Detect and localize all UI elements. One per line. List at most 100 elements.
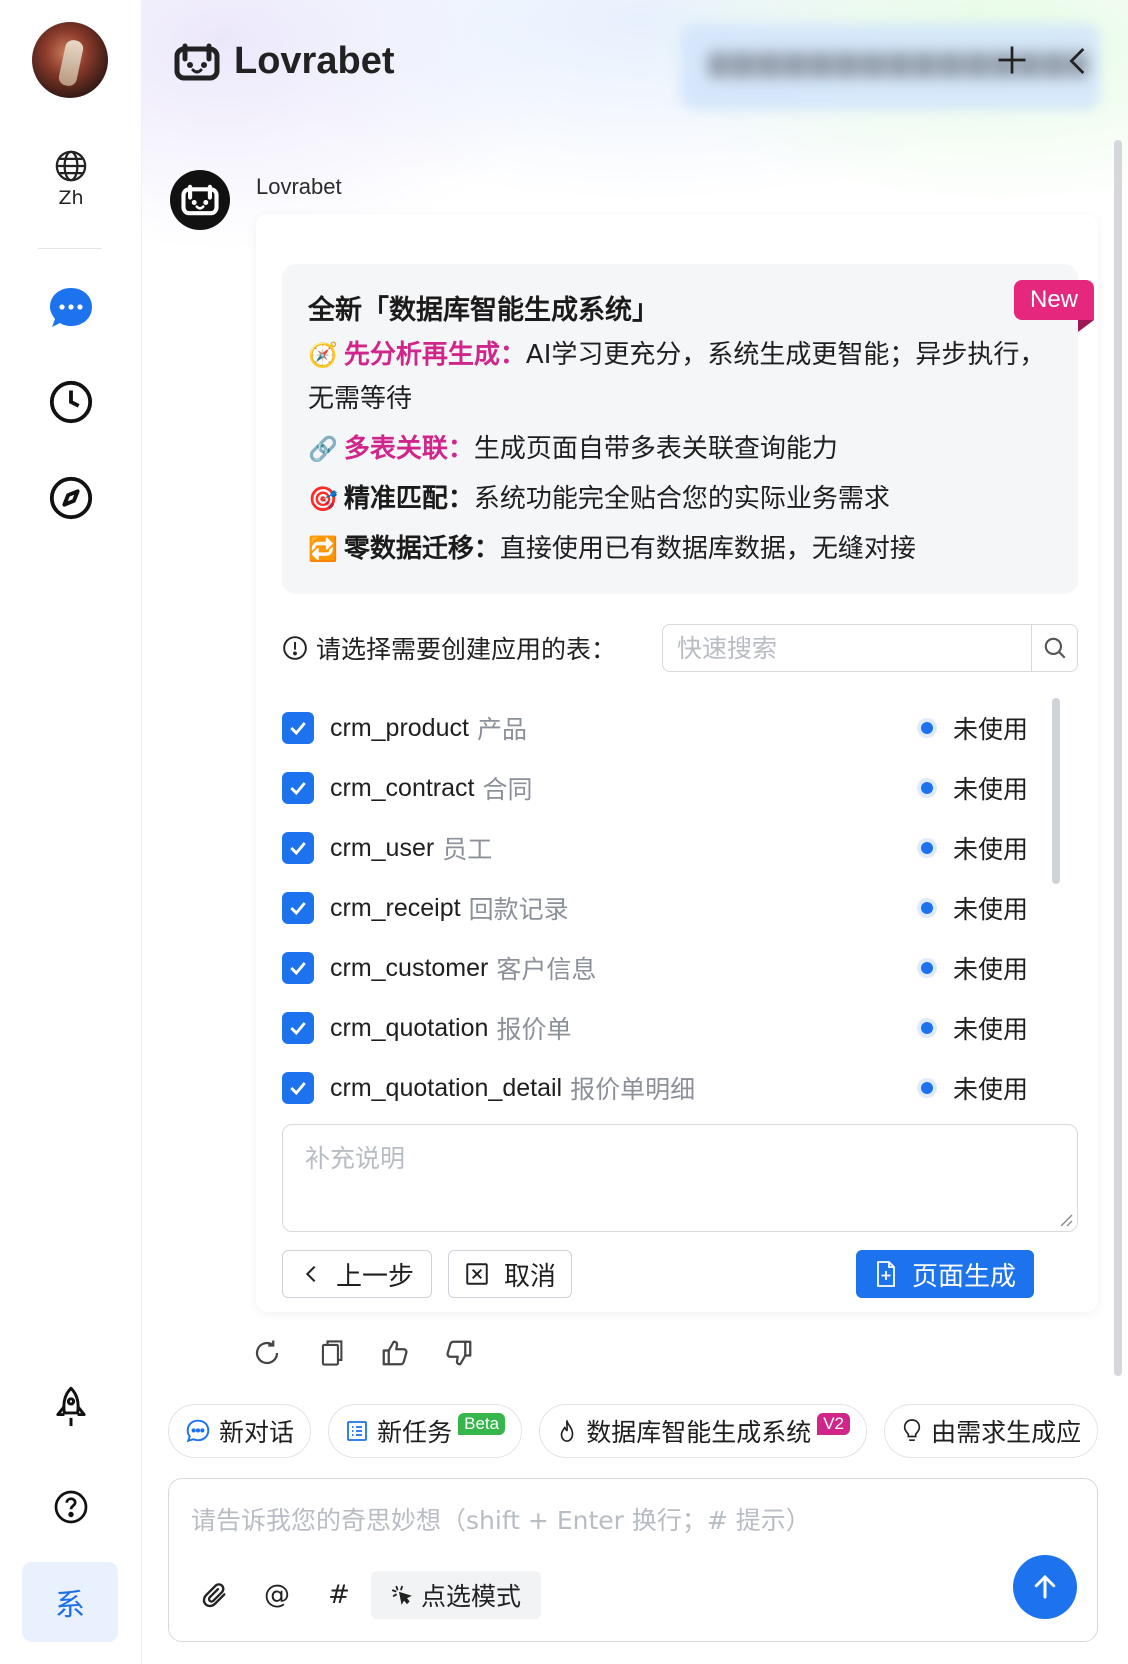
feature-item-label: 零数据迁移： — [343, 534, 500, 564]
lovrabet-logo-icon — [181, 184, 219, 216]
previous-step-label: 上一步 — [335, 1261, 414, 1292]
regenerate-button[interactable] — [250, 1336, 284, 1370]
table-checkbox[interactable] — [282, 1072, 314, 1104]
table-row[interactable]: crm_contract 合同 未使用 — [282, 758, 1042, 818]
table-row[interactable]: crm_quotation_detail 报价单明细 未使用 — [282, 1058, 1042, 1118]
feature-item-label: 精准匹配： — [343, 484, 474, 514]
check-icon — [290, 1022, 306, 1036]
table-row[interactable]: crm_receipt 回款记录 未使用 — [282, 878, 1042, 938]
info-circle-icon — [283, 636, 307, 660]
table-status: 未使用 — [920, 890, 1028, 926]
bot-avatar — [170, 170, 230, 230]
send-button[interactable] — [1013, 1555, 1077, 1619]
status-text: 未使用 — [952, 895, 1028, 924]
status-dot — [920, 722, 933, 734]
table-row[interactable]: crm_customer 客户信息 未使用 — [282, 938, 1042, 998]
status-dot — [920, 902, 933, 914]
db-system-chip[interactable]: 数据库智能生成系统 V2 — [539, 1404, 868, 1458]
lightbulb-icon — [903, 1419, 921, 1441]
table-checkbox[interactable] — [282, 952, 314, 984]
feature-item-text: 直接使用已有数据库数据，无缝对接 — [499, 534, 916, 564]
table-row[interactable]: crm_product 产品 未使用 — [282, 698, 1042, 758]
from-requirements-chip[interactable]: 由需求生成应 — [884, 1404, 1099, 1458]
new-task-label: 新任务 — [377, 1418, 453, 1447]
feature-item: 🔗 多表关联：生成页面自带多表关联查询能力 — [308, 427, 1052, 471]
feature-item: 🎯 精准匹配：系统功能完全贴合您的实际业务需求 — [308, 477, 1052, 521]
sidebar-item-help[interactable] — [0, 1484, 142, 1530]
table-search-input[interactable] — [663, 625, 1031, 671]
table-label: 产品 — [476, 715, 527, 744]
status-text: 未使用 — [952, 715, 1028, 744]
main-scrollbar[interactable] — [1114, 140, 1122, 1376]
status-dot — [920, 842, 933, 854]
table-status: 未使用 — [920, 830, 1028, 866]
table-label: 合同 — [482, 775, 533, 804]
table-list-scrollbar[interactable] — [1052, 698, 1060, 884]
generate-page-button[interactable]: 页面生成 — [856, 1250, 1034, 1298]
table-row[interactable]: crm_user 员工 未使用 — [282, 818, 1042, 878]
compass-icon — [49, 476, 93, 520]
status-text: 未使用 — [952, 955, 1028, 984]
new-conversation-plus-icon[interactable] — [994, 42, 1030, 78]
feature-announcement: New 全新「数据库智能生成系统」 🧭 先分析再生成：AI学习更充分，系统生成更智… — [282, 264, 1095, 594]
like-button[interactable] — [378, 1336, 412, 1370]
flame-icon — [560, 1420, 574, 1442]
table-checkbox[interactable] — [282, 892, 314, 924]
beta-tag: Beta — [458, 1413, 506, 1435]
table-checkbox[interactable] — [282, 712, 314, 744]
sidebar-item-history[interactable] — [0, 378, 142, 426]
table-label: 报价单 — [496, 1015, 572, 1044]
new-chat-label: 新对话 — [219, 1418, 295, 1447]
close-square-icon — [466, 1263, 488, 1285]
chevron-left-icon[interactable] — [1062, 44, 1094, 78]
user-avatar[interactable] — [32, 22, 108, 98]
sidebar-item-launch[interactable] — [0, 1382, 142, 1434]
table-checkbox[interactable] — [282, 1012, 314, 1044]
new-chat-chip[interactable]: 新对话 — [168, 1404, 312, 1458]
status-text: 未使用 — [952, 835, 1028, 864]
table-status: 未使用 — [920, 1070, 1028, 1106]
table-list: crm_product 产品 未使用 crm_contract 合同 未使用 c… — [282, 698, 1042, 1118]
search-button[interactable] — [1031, 625, 1077, 671]
cancel-button[interactable]: 取消 — [448, 1250, 572, 1298]
chat-bubble-icon — [50, 288, 92, 327]
table-label: 报价单明细 — [570, 1075, 696, 1104]
check-icon — [290, 722, 306, 736]
table-checkbox[interactable] — [282, 832, 314, 864]
check-icon — [290, 782, 306, 796]
table-row[interactable]: crm_quotation 报价单 未使用 — [282, 998, 1042, 1058]
search-icon — [1044, 637, 1066, 659]
note-textarea[interactable] — [283, 1125, 1077, 1231]
copy-button[interactable] — [314, 1336, 348, 1370]
new-task-chip[interactable]: 新任务 Beta — [328, 1404, 523, 1458]
hint-button[interactable]: # — [319, 1571, 359, 1619]
language-switch[interactable]: Zh — [0, 146, 142, 212]
sidebar-item-chat[interactable] — [0, 284, 142, 332]
from-requirements-label: 由需求生成应 — [931, 1418, 1082, 1447]
list-icon — [347, 1421, 368, 1441]
chat-input[interactable] — [169, 1479, 1097, 1563]
status-text: 未使用 — [952, 1075, 1028, 1104]
system-button[interactable]: 系 — [22, 1562, 118, 1642]
table-search — [662, 624, 1078, 672]
link-emoji-icon: 🔗 — [308, 435, 338, 463]
table-checkbox[interactable] — [282, 772, 314, 804]
feature-item-label: 多表关联： — [343, 434, 474, 464]
status-dot — [920, 1022, 933, 1034]
table-name: crm_receipt — [330, 893, 461, 922]
mention-button[interactable]: @ — [257, 1571, 297, 1619]
status-dot — [920, 962, 933, 974]
note-box — [282, 1124, 1078, 1232]
feature-item: 🔁 零数据迁移：直接使用已有数据库数据，无缝对接 — [308, 527, 1052, 571]
feature-item-text: 生成页面自带多表关联查询能力 — [473, 434, 838, 464]
resize-grip-icon[interactable] — [1057, 1211, 1073, 1227]
feature-item-label: 先分析再生成： — [343, 340, 526, 370]
dislike-button[interactable] — [442, 1336, 476, 1370]
pick-mode-button[interactable]: 点选模式 — [371, 1571, 541, 1619]
rocket-icon — [56, 1386, 86, 1427]
table-label: 员工 — [442, 835, 493, 864]
sidebar-item-explore[interactable] — [0, 474, 142, 522]
previous-step-button[interactable]: 上一步 — [282, 1250, 432, 1298]
copy-icon — [321, 1340, 343, 1366]
attach-button[interactable] — [195, 1571, 235, 1619]
